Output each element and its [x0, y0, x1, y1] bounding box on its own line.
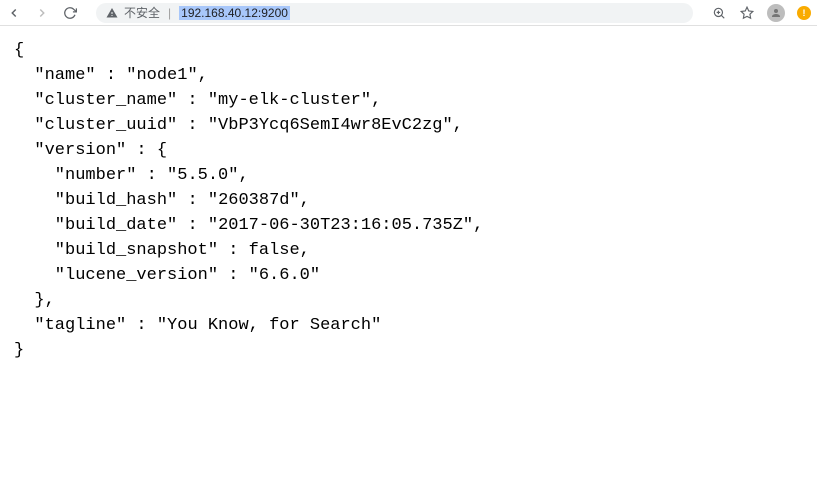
json-val: VbP3Ycq6SemI4wr8EvC2zg [218, 116, 442, 135]
separator: | [168, 6, 171, 20]
json-val: my-elk-cluster [218, 91, 361, 110]
json-key: number [65, 166, 126, 185]
star-icon[interactable] [739, 5, 755, 21]
warning-icon [106, 7, 118, 19]
json-key: tagline [45, 316, 116, 335]
json-val: false [249, 241, 300, 260]
json-val: 260387d [218, 191, 289, 210]
json-val: 5.5.0 [177, 166, 228, 185]
url-text: 192.168.40.12:9200 [179, 6, 290, 20]
right-controls: ! [711, 4, 811, 22]
json-val: 2017-06-30T23:16:05.735Z [218, 216, 463, 235]
json-key: version [45, 141, 116, 160]
json-key: name [45, 66, 86, 85]
json-key: cluster_name [45, 91, 167, 110]
notification-dot-icon[interactable]: ! [797, 6, 811, 20]
json-key: build_hash [65, 191, 167, 210]
json-response-body: { "name" : "node1", "cluster_name" : "my… [0, 26, 817, 375]
forward-icon[interactable] [34, 5, 50, 21]
insecure-label: 不安全 [124, 4, 160, 21]
json-key: build_date [65, 216, 167, 235]
json-key: build_snapshot [65, 241, 208, 260]
profile-avatar-icon[interactable] [767, 4, 785, 22]
back-icon[interactable] [6, 5, 22, 21]
browser-toolbar: 不安全 | 192.168.40.12:9200 ! [0, 0, 817, 26]
json-val: node1 [136, 66, 187, 85]
reload-icon[interactable] [62, 5, 78, 21]
address-bar[interactable]: 不安全 | 192.168.40.12:9200 [96, 3, 693, 23]
nav-controls [6, 5, 78, 21]
json-val: You Know, for Search [167, 316, 371, 335]
zoom-icon[interactable] [711, 5, 727, 21]
json-key: cluster_uuid [45, 116, 167, 135]
json-val: 6.6.0 [259, 266, 310, 285]
json-key: lucene_version [65, 266, 208, 285]
